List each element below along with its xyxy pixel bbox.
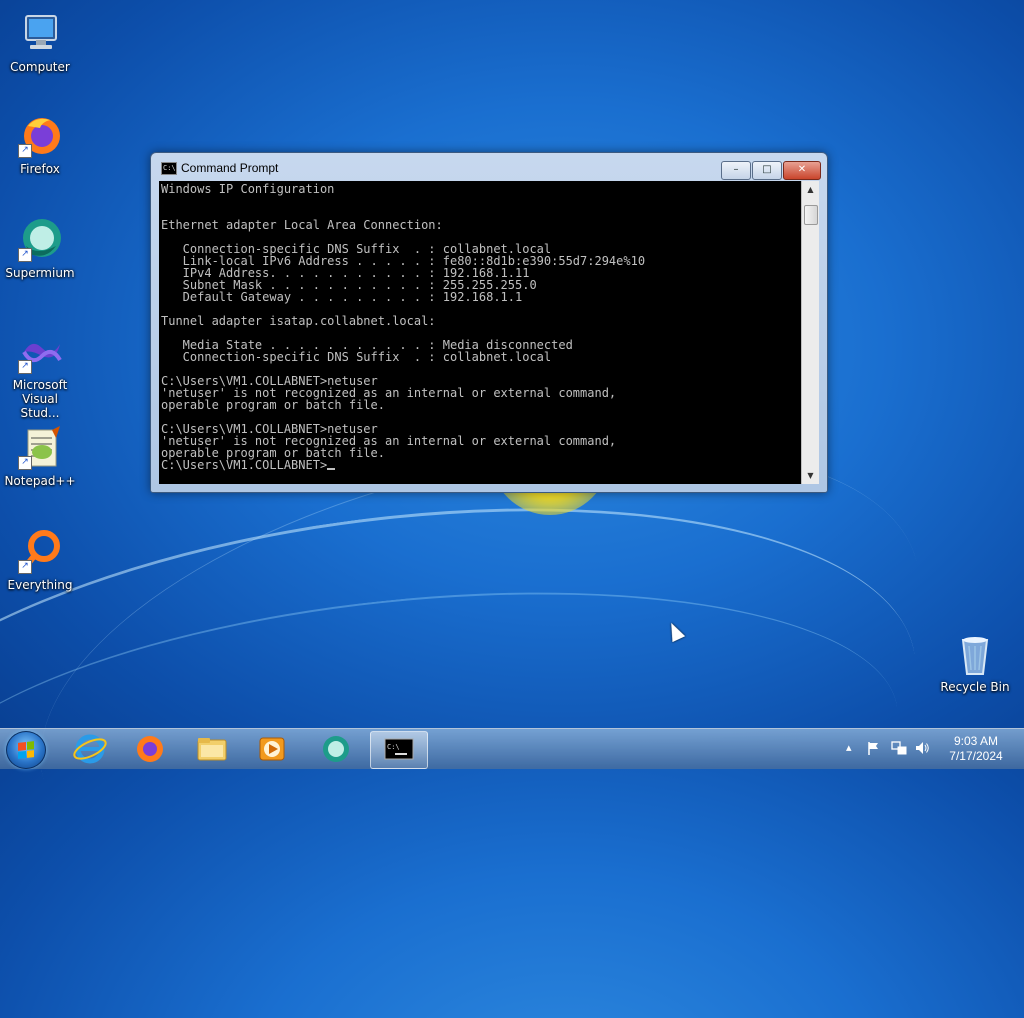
scroll-up-arrow-icon[interactable]: ▲ xyxy=(802,181,819,198)
clock-date: 7/17/2024 xyxy=(949,749,1003,763)
shortcut-arrow-icon: ↗ xyxy=(18,360,32,374)
shortcut-arrow-icon: ↗ xyxy=(18,248,32,262)
desktop-icon-label: Notepad++ xyxy=(4,474,76,488)
firefox-icon xyxy=(137,736,163,762)
system-clock[interactable]: 9:03 AM 7/17/2024 xyxy=(936,734,1016,764)
desktop-icon-everything[interactable]: ↗ Everything xyxy=(2,528,78,592)
internet-explorer-icon xyxy=(73,734,107,764)
action-center-flag-icon[interactable] xyxy=(866,740,882,756)
everything-icon: ↗ xyxy=(16,528,64,576)
window-title: Command Prompt xyxy=(181,161,279,175)
desktop-icon-recycle-bin[interactable]: Recycle Bin xyxy=(937,630,1013,694)
maximize-button[interactable]: □ xyxy=(752,161,782,180)
console-text: Windows IP Configuration Ethernet adapte… xyxy=(161,182,646,460)
shortcut-arrow-icon: ↗ xyxy=(18,144,32,158)
shortcut-arrow-icon: ↗ xyxy=(18,456,32,470)
taskbar-firefox[interactable] xyxy=(122,731,178,767)
command-prompt-icon: C:\ xyxy=(161,162,177,175)
desktop-icon-label: Recycle Bin xyxy=(940,680,1010,694)
computer-icon xyxy=(16,10,64,58)
taskbar-command-prompt[interactable]: C:\ xyxy=(370,731,428,769)
console-output[interactable]: Windows IP Configuration Ethernet adapte… xyxy=(159,181,801,484)
svg-text:C:\: C:\ xyxy=(387,743,400,751)
notepad-plus-plus-icon: ↗ xyxy=(16,424,64,472)
command-prompt-window[interactable]: C:\ Command Prompt – □ ✕ Windows IP Conf… xyxy=(150,152,828,493)
visual-studio-icon: ↗ xyxy=(16,328,64,376)
clock-time: 9:03 AM xyxy=(953,734,999,748)
desktop-icon-computer[interactable]: Computer xyxy=(2,10,78,74)
shortcut-arrow-icon: ↗ xyxy=(18,560,32,574)
desktop-icon-label: Microsoft Visual Stud... xyxy=(12,378,68,420)
taskbar-supermium[interactable] xyxy=(308,731,364,767)
taskbar-file-explorer[interactable] xyxy=(184,731,240,767)
network-icon[interactable] xyxy=(890,740,908,756)
file-explorer-icon xyxy=(197,738,227,761)
volume-icon[interactable] xyxy=(914,740,930,756)
media-player-icon xyxy=(259,737,285,761)
vertical-scrollbar[interactable]: ▲ ▼ xyxy=(801,181,819,484)
desktop-icon-supermium[interactable]: ↗ Supermium xyxy=(2,216,78,280)
taskbar-internet-explorer[interactable] xyxy=(62,731,118,767)
scroll-down-arrow-icon[interactable]: ▼ xyxy=(802,467,819,484)
supermium-icon xyxy=(323,736,349,762)
desktop-icon-firefox[interactable]: ↗ Firefox xyxy=(2,112,78,176)
taskbar-media-player[interactable] xyxy=(244,731,300,767)
desktop-icon-label: Supermium xyxy=(5,266,75,280)
desktop-icon-label: Everything xyxy=(7,578,73,592)
close-button[interactable]: ✕ xyxy=(783,161,821,180)
taskbar: C:\ ▴ 9:03 AM 7/17/2024 xyxy=(0,728,1024,769)
command-prompt-icon: C:\ xyxy=(384,738,414,760)
recycle-bin-icon xyxy=(951,630,999,678)
windows-logo-icon xyxy=(18,741,34,759)
desktop-icon-notepad-plus-plus[interactable]: ↗ Notepad++ xyxy=(2,424,78,488)
scrollbar-thumb[interactable] xyxy=(804,205,818,225)
show-hidden-icons-button[interactable]: ▴ xyxy=(846,741,852,754)
firefox-icon: ↗ xyxy=(16,112,64,160)
minimize-button[interactable]: – xyxy=(721,161,751,180)
desktop-icon-visual-studio[interactable]: ↗ Microsoft Visual Stud... xyxy=(2,328,78,420)
start-button[interactable] xyxy=(6,731,46,769)
command-prompt-line: C:\Users\VM1.COLLABNET> xyxy=(161,458,328,472)
window-titlebar[interactable]: C:\ Command Prompt – □ ✕ xyxy=(151,153,827,181)
desktop-icon-label: Firefox xyxy=(20,162,60,176)
supermium-icon: ↗ xyxy=(16,216,64,264)
text-cursor xyxy=(327,468,336,470)
desktop-icon-label: Computer xyxy=(10,60,70,74)
